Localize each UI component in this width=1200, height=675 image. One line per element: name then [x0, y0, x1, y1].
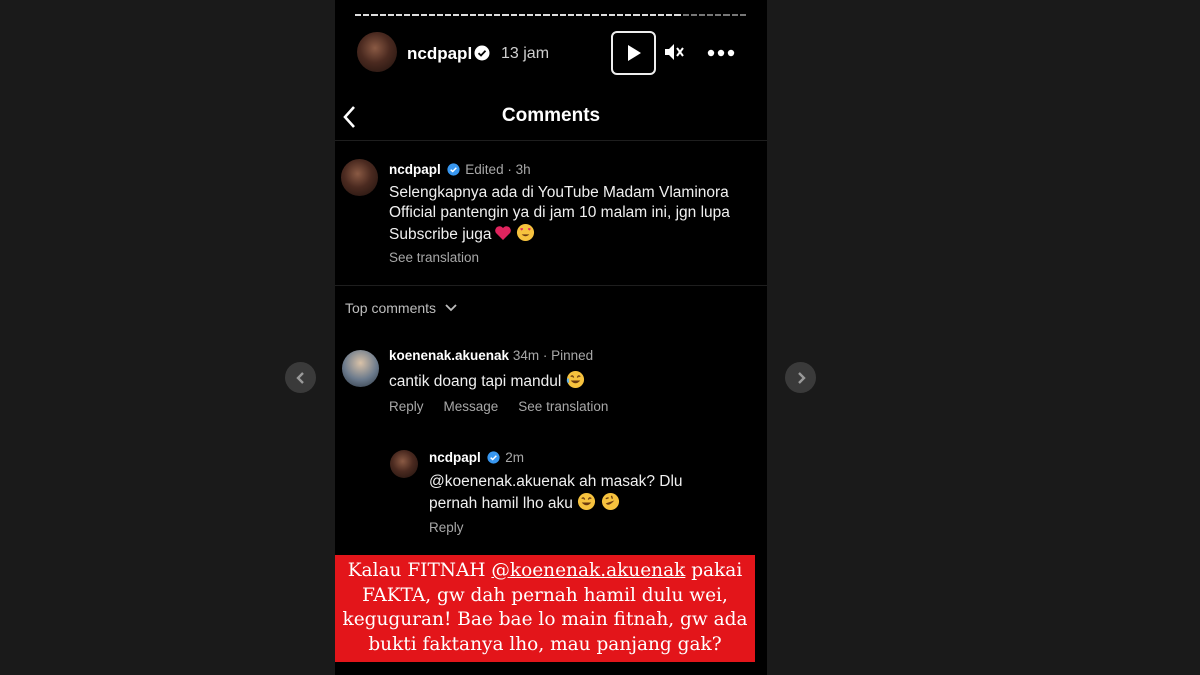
- avatar[interactable]: [390, 450, 418, 478]
- sort-comments-dropdown[interactable]: Top comments: [345, 300, 458, 316]
- laughing-tears-emoji-icon: [566, 370, 584, 389]
- story-progress-bar: [355, 14, 746, 17]
- more-horizontal-icon: [707, 49, 735, 57]
- next-story-button[interactable]: [785, 362, 816, 393]
- reply-button[interactable]: Reply: [389, 399, 424, 414]
- verified-badge-icon: [486, 451, 500, 464]
- play-icon: [627, 45, 641, 61]
- previous-story-button[interactable]: [285, 362, 316, 393]
- comment-username[interactable]: koenenak.akuenak: [389, 348, 509, 363]
- chevron-left-icon: [295, 371, 304, 384]
- chevron-down-icon: [445, 304, 457, 312]
- page-title: Comments: [501, 105, 601, 126]
- see-translation-link[interactable]: See translation: [518, 399, 608, 414]
- reply-username[interactable]: ncdpapl: [429, 450, 481, 465]
- avatar[interactable]: [357, 32, 397, 72]
- reply-meta: ncdpapl 2m: [429, 450, 524, 465]
- comment-meta: koenenak.akuenak 34m · Pinned: [389, 348, 593, 363]
- story-header: ncdpapl 13 jam: [335, 28, 767, 80]
- reply-time: 2m: [505, 450, 525, 465]
- comment-time-pinned: 34m · Pinned: [512, 348, 594, 363]
- story-text-overlay: Kalau FITNAH @koenenak.akuenak pakai FAK…: [335, 555, 755, 662]
- story-viewer: ncdpapl 13 jam Comments ncdpapl Edited ·…: [335, 0, 767, 675]
- caption-edited-time: Edited · 3h: [465, 162, 531, 177]
- caption-text: Selengkapnya ada di YouTube Madam Vlamin…: [389, 183, 767, 245]
- sort-label: Top comments: [345, 300, 437, 316]
- verified-badge-icon: [474, 45, 490, 61]
- overlay-prefix: Kalau FITNAH: [347, 560, 492, 581]
- play-button[interactable]: [611, 31, 656, 75]
- story-username[interactable]: ncdpapl: [407, 44, 472, 64]
- caption-meta: ncdpapl Edited · 3h: [389, 162, 531, 177]
- chevron-right-icon: [797, 371, 806, 384]
- story-timestamp: 13 jam: [501, 45, 550, 62]
- reply-button[interactable]: Reply: [429, 520, 464, 535]
- caption-username[interactable]: ncdpapl: [389, 162, 441, 177]
- mute-button[interactable]: [663, 42, 685, 67]
- reply-body: @koenenak.akuenak ah masak? Dlu pernah h…: [429, 473, 683, 512]
- red-heart-emoji-icon: [494, 226, 511, 240]
- comments-header: Comments: [335, 93, 767, 141]
- reply-actions: Reply: [429, 520, 464, 535]
- verified-badge-icon: [446, 163, 460, 176]
- overlay-mention-link[interactable]: @koenenak.akuenak: [491, 560, 685, 581]
- comment-actions: Reply Message See translation: [389, 399, 608, 414]
- heart-eyes-emoji-icon: [516, 223, 534, 242]
- more-options-button[interactable]: [707, 44, 735, 62]
- message-button[interactable]: Message: [444, 399, 499, 414]
- comments-panel: Comments ncdpapl Edited · 3h Selengkapny…: [335, 93, 767, 675]
- comment-text: cantik doang tapi mandul: [389, 370, 585, 391]
- avatar[interactable]: [342, 350, 379, 387]
- caption-body: Selengkapnya ada di YouTube Madam Vlamin…: [389, 184, 730, 243]
- avatar[interactable]: [341, 159, 378, 196]
- comment-body: cantik doang tapi mandul: [389, 373, 562, 390]
- reply-text: @koenenak.akuenak ah masak? Dlu pernah h…: [429, 472, 729, 514]
- rolling-laughing-emoji-icon: [601, 492, 619, 511]
- see-translation-link[interactable]: See translation: [389, 250, 479, 265]
- speaker-muted-icon: [665, 44, 684, 60]
- laughing-tears-emoji-icon: [578, 492, 596, 511]
